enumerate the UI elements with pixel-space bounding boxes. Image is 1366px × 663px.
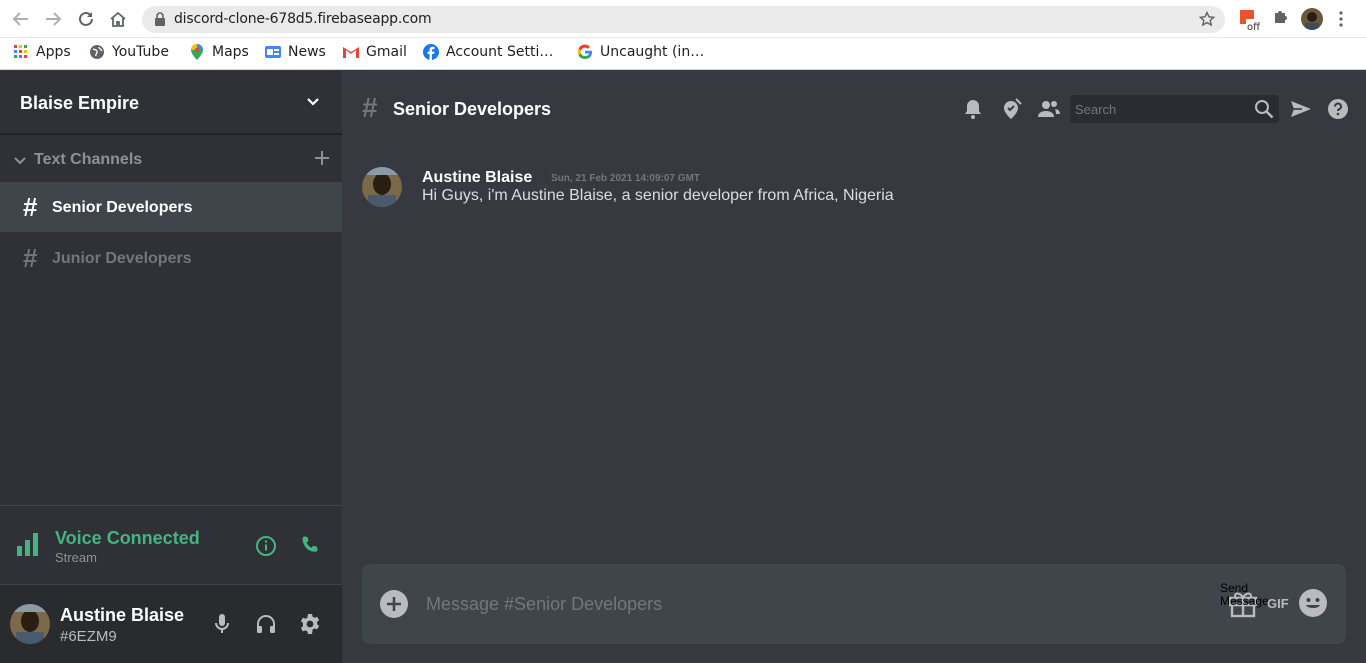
avatar[interactable] [362, 167, 402, 207]
bookmark-label: Maps [212, 44, 249, 60]
headphones-icon[interactable] [255, 613, 277, 640]
message-input[interactable] [426, 592, 1126, 616]
message-timestamp: Sun, 21 Feb 2021 14:09:07 GMT [551, 173, 700, 184]
maps-pin-icon [189, 44, 205, 60]
channel-title: Senior Developers [393, 99, 552, 119]
back-arrow-icon[interactable] [10, 8, 32, 30]
channel-header: # Senior Developers [342, 71, 1366, 146]
hash-icon: # [23, 192, 38, 222]
channel-sidebar: Blaise Empire Text Channels # Senior Dev… [0, 71, 342, 663]
message-item: Austine Blaise Sun, 21 Feb 2021 14:09:07… [362, 167, 1342, 211]
news-icon [265, 44, 281, 60]
phone-icon[interactable] [300, 535, 320, 560]
chat-area: # Senior Developers Austine Blaise Su [342, 71, 1366, 663]
voice-status-sub: Stream [55, 550, 97, 565]
hash-icon: # [362, 92, 378, 123]
voice-status-title: Voice Connected [55, 528, 200, 548]
globe-icon [89, 44, 105, 60]
bookmark-uncaught[interactable]: Uncaught (in… [577, 44, 704, 60]
address-bar[interactable]: discord-clone-678d5.firebaseapp.com [142, 6, 1225, 33]
channel-item-senior-developers[interactable]: # Senior Developers [0, 182, 342, 232]
bookmark-star-icon[interactable] [1198, 10, 1216, 32]
lock-icon [154, 12, 166, 31]
info-icon[interactable] [255, 535, 277, 562]
settings-gear-icon[interactable] [299, 613, 321, 640]
url-text: discord-clone-678d5.firebaseapp.com [174, 11, 432, 27]
forward-arrow-icon[interactable] [42, 8, 64, 30]
google-icon [577, 44, 593, 60]
avatar[interactable] [10, 604, 50, 644]
add-channel-icon[interactable] [314, 150, 330, 171]
server-name: Blaise Empire [20, 93, 140, 113]
text-channels-label: Text Channels [34, 151, 143, 168]
send-arrow-icon[interactable] [1290, 98, 1312, 125]
send-message-button[interactable]: Send Message [1220, 582, 1269, 608]
add-attachment-icon[interactable] [380, 590, 408, 623]
hash-icon: # [23, 243, 38, 273]
server-header[interactable]: Blaise Empire [0, 71, 342, 135]
bookmark-label: Uncaught (in… [600, 44, 705, 60]
browser-toolbar: discord-clone-678d5.firebaseapp.com off [0, 0, 1366, 38]
bookmark-maps[interactable]: Maps [189, 44, 249, 60]
chevron-down-icon[interactable] [306, 94, 320, 112]
gmail-icon [343, 44, 359, 60]
search-box[interactable] [1070, 95, 1279, 123]
home-icon[interactable] [107, 8, 129, 30]
message-composer: Send Message GIF [362, 564, 1346, 644]
extension-off-icon[interactable]: off [1240, 10, 1262, 37]
text-channels-header[interactable]: Text Channels [12, 150, 330, 170]
profile-avatar[interactable] [1301, 8, 1323, 30]
user-tag: #6EZM9 [60, 628, 117, 645]
chevron-down-icon[interactable] [14, 153, 26, 171]
microphone-icon[interactable] [213, 613, 231, 640]
gif-button[interactable]: GIF [1267, 596, 1289, 611]
bookmark-youtube[interactable]: YouTube [89, 44, 169, 60]
channel-name: Senior Developers [52, 199, 193, 216]
reload-icon[interactable] [75, 8, 97, 30]
bookmark-apps[interactable]: Apps [13, 44, 71, 60]
message-text: Hi Guys, i'm Austine Blaise, a senior de… [422, 187, 894, 204]
search-input[interactable] [1075, 99, 1245, 119]
message-author: Austine Blaise [422, 169, 533, 186]
bookmark-news[interactable]: News [265, 44, 326, 60]
pinned-location-icon[interactable] [1001, 98, 1023, 125]
svg-text:off: off [1247, 22, 1261, 32]
voice-status-panel: Voice Connected Stream [0, 505, 342, 585]
emoji-icon[interactable] [1298, 588, 1328, 623]
members-icon[interactable] [1037, 98, 1061, 125]
facebook-icon [423, 44, 439, 60]
channel-item-junior-developers[interactable]: # Junior Developers [0, 233, 342, 283]
signal-bars-icon [16, 532, 40, 561]
bookmark-label: Apps [36, 44, 71, 60]
bookmark-label: YouTube [112, 44, 169, 60]
bookmark-gmail[interactable]: Gmail [343, 44, 407, 60]
bookmark-label: News [288, 44, 326, 60]
user-name: Austine Blaise [60, 605, 185, 625]
bookmarks-bar: Apps YouTube Maps News Gmail Account Set… [0, 38, 1366, 70]
notification-bell-icon[interactable] [962, 98, 984, 125]
bookmark-label: Account Setti… [446, 44, 554, 60]
apps-grid-icon [13, 44, 29, 60]
kebab-menu-icon[interactable] [1338, 11, 1344, 32]
channel-name: Junior Developers [52, 250, 192, 267]
help-icon[interactable] [1327, 98, 1349, 125]
extensions-puzzle-icon[interactable] [1272, 9, 1288, 30]
search-icon[interactable] [1254, 99, 1274, 124]
bookmark-account-settings[interactable]: Account Setti… [423, 44, 553, 60]
bookmark-label: Gmail [366, 44, 407, 60]
user-panel: Austine Blaise #6EZM9 [0, 585, 342, 663]
